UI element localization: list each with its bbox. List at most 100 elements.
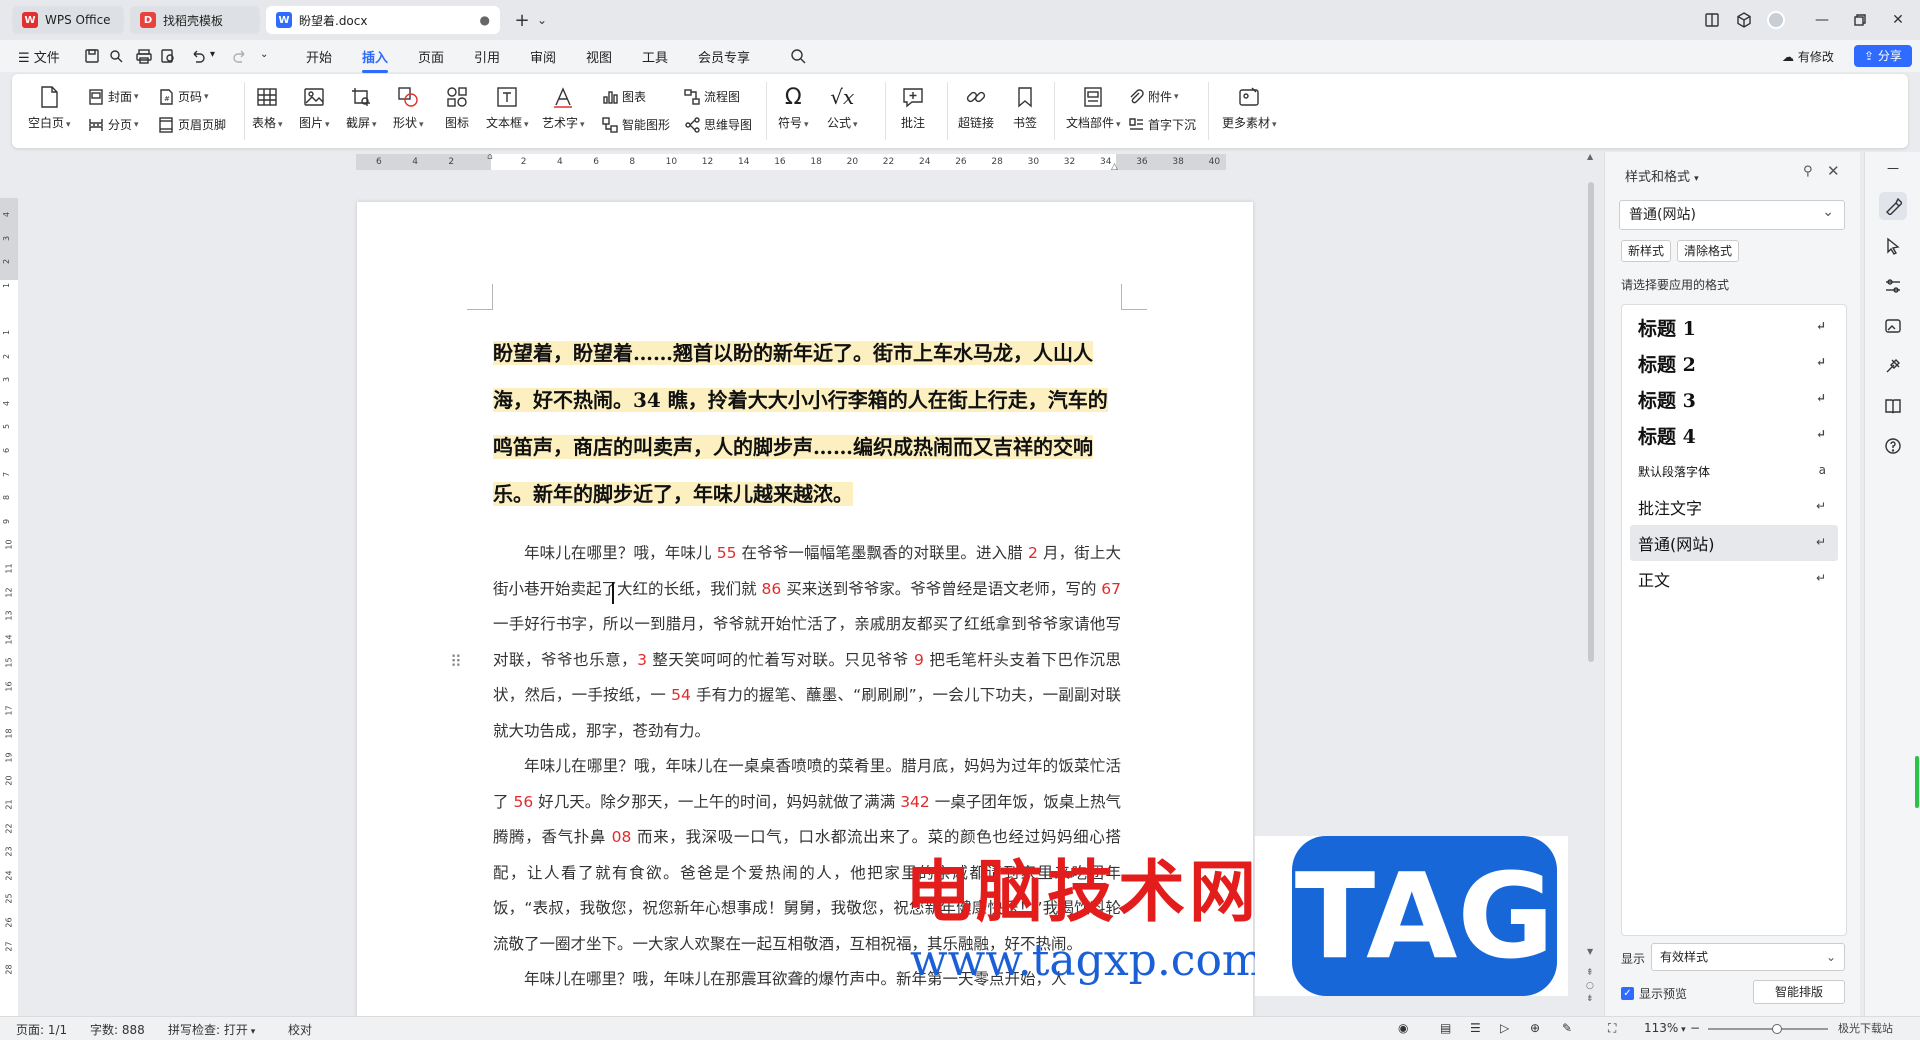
undo-icon[interactable] [190,48,206,64]
help-icon[interactable] [1879,432,1907,460]
changes-indicator[interactable]: ☁ 有修改 [1782,48,1834,65]
book-icon[interactable] [1879,392,1907,420]
outline-view-icon[interactable]: ☰ [1470,1021,1481,1035]
chart-button[interactable]: 图表 [602,88,646,105]
right-indent-marker-icon[interactable]: △ [1111,162,1118,172]
avatar[interactable] [1766,10,1786,30]
file-menu[interactable]: ☰ 文件 [18,47,60,66]
style-item[interactable]: 标题 2 ↵ [1630,345,1838,381]
comment-button[interactable]: 批注 [900,84,926,131]
smart-layout-button[interactable]: 智能排版 [1753,980,1845,1004]
scrollbar-thumb[interactable] [1588,182,1594,662]
tools-icon[interactable] [1879,352,1907,380]
symbol-button[interactable]: Ω 符号 [778,84,809,131]
window-layout-icon[interactable] [1702,10,1722,30]
style-item[interactable]: 标题 3 ↵ [1630,381,1838,417]
tab-document[interactable]: W 盼望着.docx ● [266,6,500,34]
minimize-icon[interactable]: — [1812,10,1832,30]
save-icon[interactable] [84,48,100,64]
pen-icon[interactable]: ✎ [1562,1021,1572,1035]
style-item[interactable]: 标题 4 ↵ [1630,417,1838,453]
horizontal-ruler[interactable]: 6 4 2 2 4 6 8 10 12 14 16 18 20 22 24 26 28 30 32 34 36 38 40 … [356,152,1226,172]
smart-graphic-button[interactable]: 智能图形 [602,116,670,133]
paragraph-1[interactable]: 年味儿在哪里？哦，年味儿 55 在爷爷一幅幅笔墨飘香的对联里。进入腊 2 月，街… [493,536,1121,749]
share-button[interactable]: ⇪ 分享 [1854,45,1912,67]
wordart-button[interactable]: 艺术字 [542,84,585,131]
style-list[interactable]: 标题 1 ↵ 标题 2 ↵ 标题 3 ↵ 标题 4 ↵ 默认段落字体 a 批注文字 ↵ 普通(网站) ↵ 正… [1621,304,1847,936]
rail-scroll-indicator[interactable] [1915,756,1919,808]
scroll-down-icon[interactable]: ▼ [1587,947,1593,956]
page-number-button[interactable]: # 页码 [158,88,209,105]
zoom-slider-thumb[interactable] [1772,1024,1782,1034]
current-style-select[interactable]: 普通(网站) [1619,198,1845,230]
drop-cap-button[interactable]: 首字下沉 [1128,116,1196,133]
page-count[interactable]: 页面: 1/1 [16,1021,67,1038]
tab-docer-templates[interactable]: D 找稻壳模板 [130,6,260,34]
zoom-level[interactable]: 113% ▾ [1644,1021,1686,1035]
document-heading-paragraph[interactable]: 盼望着，盼望着……翘首以盼的新年近了。街市上车水马龙，人山人海，好不热闹。34 … [493,330,1121,518]
more-material-button[interactable]: 更多素材 [1222,84,1277,131]
web-view-icon[interactable]: ⊕ [1530,1021,1540,1035]
fit-page-icon[interactable]: ⛶ [1608,1021,1616,1036]
shape-button[interactable]: 形状 [393,84,424,131]
print-preview-icon[interactable] [160,48,176,64]
mindmap-button[interactable]: 思维导图 [684,116,752,133]
indent-marker-icon[interactable]: ⌂ [487,152,493,162]
bookmark-button[interactable]: 书签 [1012,84,1038,131]
redo-icon[interactable] [232,48,248,64]
textbox-button[interactable]: 文本框 [486,84,529,131]
attachment-button[interactable]: 附件 [1128,88,1179,105]
eye-protection-icon[interactable]: ◉ [1398,1021,1408,1035]
spell-check-status[interactable]: 拼写检查: 打开 ▾ [168,1021,255,1038]
image-edit-icon[interactable] [1879,312,1907,340]
word-count[interactable]: 字数: 888 [90,1021,145,1038]
new-tab-button[interactable]: + [512,10,532,31]
formula-button[interactable]: √x 公式 [827,84,858,131]
tab-wps-office[interactable]: W WPS Office [12,6,124,34]
flowchart-button[interactable]: 流程图 [684,88,740,105]
tab-references[interactable]: 引用 [474,47,500,66]
page-break-button[interactable]: 分页 [88,116,139,133]
style-item[interactable]: 普通(网站) ↵ [1630,525,1838,561]
tab-start[interactable]: 开始 [306,47,332,66]
tab-modified-dot-icon[interactable]: ● [480,13,490,27]
style-item[interactable]: 正文 ↵ [1630,561,1838,597]
close-panel-icon[interactable]: ✕ [1827,162,1840,180]
pin-icon[interactable]: ⚲ [1803,164,1813,179]
table-button[interactable]: 表格 [252,84,283,131]
header-footer-button[interactable]: 页眉页脚 [158,116,226,133]
play-icon[interactable]: ▷ [1500,1021,1509,1035]
panel-title[interactable]: 样式和格式 ▾ [1625,166,1699,185]
zoom-out-icon[interactable]: − [1690,1021,1700,1035]
output-pdf-icon[interactable] [108,48,124,64]
close-window-icon[interactable]: ✕ [1888,10,1908,30]
proofread-button[interactable]: 校对 [288,1021,312,1038]
scroll-up-icon[interactable]: ▲ [1587,152,1593,161]
style-brush-icon[interactable] [1879,192,1907,220]
clear-format-button[interactable]: 清除格式 [1677,240,1740,262]
screenshot-button[interactable]: 截屏 [346,84,377,131]
quick-access-more-icon[interactable]: ⌄ [260,49,268,60]
cube-icon[interactable] [1734,10,1754,30]
blank-page-button[interactable]: 空白页 [28,84,71,131]
search-icon[interactable] [790,48,806,64]
page-view-icon[interactable]: ▤ [1440,1021,1451,1035]
tab-view[interactable]: 视图 [586,47,612,66]
undo-dropdown-icon[interactable]: ▾ [210,49,215,60]
page-nav-icon[interactable]: ⇞ ○ ⇟ [1586,967,1594,1006]
doc-parts-button[interactable]: 文档部件 [1066,84,1121,131]
vertical-ruler[interactable]: 4 3 2 1 1 2 3 4 5 6 7 8 9 10 11 12 13 14 15 16 17 18 19 20 21 22 2… [0,198,18,1016]
show-filter-select[interactable]: 有效样式 ⌄ [1651,943,1845,971]
icons-button[interactable]: 图标 [444,84,470,131]
tab-insert[interactable]: 插入 [362,47,389,73]
select-cursor-icon[interactable] [1879,232,1907,260]
style-item[interactable]: 批注文字 ↵ [1630,489,1838,525]
style-item[interactable]: 默认段落字体 a [1630,453,1838,489]
new-style-button[interactable]: 新样式 [1621,240,1672,262]
adjust-sliders-icon[interactable] [1879,272,1907,300]
cover-button[interactable]: 封面 [88,88,139,105]
print-icon[interactable] [136,48,152,64]
tab-member[interactable]: 会员专享 [698,47,750,66]
vertical-scrollbar[interactable]: ▲ ▼ ⇞ ○ ⇟ [1586,152,1596,1012]
style-item[interactable]: 标题 1 ↵ [1630,309,1838,345]
